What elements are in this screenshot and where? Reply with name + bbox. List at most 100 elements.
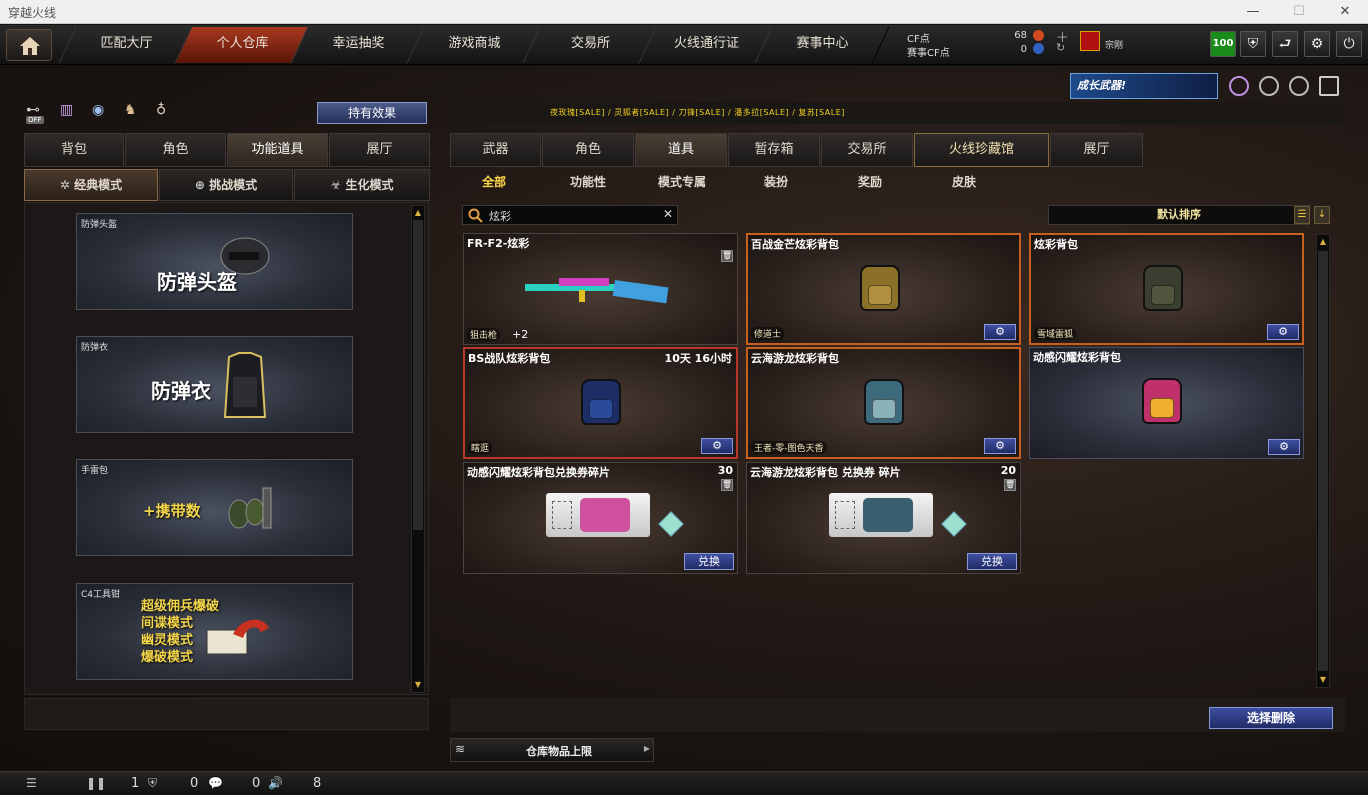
item-card[interactable]: 百战金芒炫彩背包 修道士 ⚙ — [746, 233, 1021, 345]
cf-value: 68 — [1014, 30, 1027, 41]
tab-characters[interactable]: 角色 — [542, 133, 634, 167]
nav-tab-warehouse[interactable]: 个人仓库 — [174, 27, 310, 63]
holding-effects-button[interactable]: 持有效果 — [317, 102, 427, 124]
stats-icon[interactable]: ▥ — [60, 102, 80, 122]
camera-icon[interactable]: ◉ — [92, 102, 112, 122]
backpack-icon — [864, 379, 904, 425]
select-delete-button[interactable]: 选择删除 — [1209, 707, 1333, 729]
left-tab-showroom[interactable]: 展厅 — [329, 133, 430, 167]
subtab-skins[interactable]: 皮肤 — [938, 170, 990, 194]
item-grenade-pack[interactable]: 手雷包 +携带数 — [76, 459, 353, 556]
exchange-button[interactable]: 兑换 — [684, 553, 734, 570]
subtab-functional[interactable]: 功能性 — [556, 170, 620, 194]
scroll-up-icon[interactable]: ▲ — [1318, 236, 1328, 248]
mode-classic[interactable]: ✲ 经典模式 — [24, 169, 158, 201]
tab-exchange[interactable]: 交易所 — [821, 133, 913, 167]
search-input[interactable]: 炫彩 ✕ — [462, 205, 678, 225]
power-icon[interactable]: ⏻ — [1336, 31, 1362, 57]
tab-showroom[interactable]: 展厅 — [1050, 133, 1143, 167]
shield-icon[interactable]: ⛨ — [1240, 31, 1266, 57]
scroll-thumb[interactable] — [413, 220, 423, 530]
item-card[interactable]: FR-F2-炫彩 🗑 狙击枪 +2 — [463, 233, 738, 345]
minimize-button[interactable]: — — [1230, 0, 1276, 24]
nav-tab-shop[interactable]: 游戏商城 — [406, 27, 542, 63]
window-titlebar: 穿越火线 — ☐ ✕ — [0, 0, 1368, 24]
binoculars-icon[interactable]: ❚❚ — [86, 776, 106, 790]
grenade-icon — [228, 487, 272, 529]
subtab-rewards[interactable]: 奖励 — [844, 170, 896, 194]
capacity-bar[interactable]: ≋ 仓库物品上限 ▶ — [450, 738, 654, 762]
close-button[interactable]: ✕ — [1322, 0, 1368, 24]
left-tab-functional[interactable]: 功能道具 — [227, 133, 328, 167]
settings-gear-icon[interactable]: ⚙ — [701, 438, 733, 454]
tab-weapons[interactable]: 武器 — [450, 133, 541, 167]
growth-weapon-banner[interactable]: 成长武器! — [1070, 73, 1218, 99]
fragment-count: 30 — [717, 464, 733, 477]
clear-search-icon[interactable]: ✕ — [663, 207, 673, 221]
item-c4-pliers[interactable]: C4工具钳 超级佣兵爆破 间谍模式 幽灵模式 爆破模式 — [76, 583, 353, 680]
settings-gear-icon[interactable]: ⚙ — [1267, 324, 1299, 340]
refresh-icon[interactable]: ↻ — [1056, 41, 1065, 54]
settings-gear-icon[interactable]: ⚙ — [1268, 439, 1300, 455]
mode-challenge[interactable]: ⊕ 挑战模式 — [159, 169, 293, 201]
menu-list-icon[interactable]: ☰ — [26, 776, 37, 790]
nav-tab-match-hall[interactable]: 匹配大厅 — [58, 27, 194, 63]
left-list-scrollbar[interactable]: ▲ ▼ — [411, 205, 425, 693]
nav-tab-exchange[interactable]: 交易所 — [522, 27, 658, 63]
trash-icon[interactable]: 🗑 — [721, 250, 733, 262]
settings-gear-icon[interactable]: ⚙ — [984, 324, 1016, 340]
trash-icon[interactable]: 🗑 — [721, 479, 733, 491]
event-icon-2[interactable] — [1259, 76, 1279, 96]
left-tab-character[interactable]: 角色 — [125, 133, 226, 167]
event-icon-3[interactable] — [1289, 76, 1309, 96]
sort-select[interactable]: 默认排序 — [1048, 205, 1310, 225]
item-card[interactable]: 动感闪耀炫彩背包兑换券碎片 30 🗑 兑换 — [463, 462, 738, 574]
item-helmet[interactable]: 防弹头盔 防弹头盔 — [76, 213, 353, 310]
volume-icon[interactable]: 🔊 — [268, 776, 283, 790]
sort-list-icon[interactable]: ☰ — [1294, 206, 1310, 224]
subtab-mode-exclusive[interactable]: 模式专属 — [646, 170, 718, 194]
tab-collection[interactable]: 火线珍藏馆 — [914, 133, 1049, 167]
top-navigation: 匹配大厅 个人仓库 幸运抽奖 游戏商城 交易所 火线通行证 赛事中心 — [0, 25, 1368, 65]
subtab-all[interactable]: 全部 — [468, 170, 520, 194]
item-card[interactable]: 云海游龙炫彩背包 兑换券 碎片 20 🗑 兑换 — [746, 462, 1021, 574]
item-vest[interactable]: 防弹衣 防弹衣 — [76, 336, 353, 433]
nav-tab-lucky-draw[interactable]: 幸运抽奖 — [290, 27, 426, 63]
mode-zombie[interactable]: ☣ 生化模式 — [294, 169, 430, 201]
status-value-2: 0 — [190, 776, 199, 791]
trash-icon[interactable]: 🗑 — [1004, 479, 1016, 491]
bag-icon[interactable]: ♁ — [156, 102, 176, 122]
item-card[interactable]: 炫彩背包 雪域雷狐 ⚙ — [1029, 233, 1304, 345]
tab-storage[interactable]: 暂存箱 — [728, 133, 820, 167]
nav-tab-events[interactable]: 赛事中心 — [754, 27, 890, 63]
left-tab-backpack[interactable]: 背包 — [24, 133, 124, 167]
scroll-down-icon[interactable]: ▼ — [1318, 674, 1328, 686]
item-card[interactable]: 动感闪耀炫彩背包 ⚙ — [1029, 347, 1304, 459]
sort-direction-icon[interactable]: ↓ — [1314, 206, 1330, 224]
rank-badge-icon — [1080, 31, 1100, 51]
helmet-icon — [220, 237, 270, 275]
scroll-down-icon[interactable]: ▼ — [413, 679, 423, 691]
chat-icon[interactable]: 💬 — [208, 776, 223, 790]
item-card[interactable]: BS战队炫彩背包 10天 16小时 瞎逛 ⚙ — [463, 347, 738, 459]
maximize-button[interactable]: ☐ — [1276, 0, 1322, 24]
character-icon[interactable]: ♞ — [124, 102, 144, 122]
capacity-label: 仓库物品上限 — [526, 745, 592, 758]
status-value-4: 8 — [313, 776, 322, 791]
toggle-icon[interactable]: ⊷ OFF — [26, 102, 46, 124]
tab-items[interactable]: 道具 — [635, 133, 727, 167]
scroll-up-icon[interactable]: ▲ — [413, 207, 423, 219]
event-icon-1[interactable] — [1229, 76, 1249, 96]
settings-gear-icon[interactable]: ⚙ — [984, 438, 1016, 454]
settings-gear-icon[interactable]: ⚙ — [1304, 31, 1330, 57]
exchange-button[interactable]: 兑换 — [967, 553, 1017, 570]
scroll-thumb[interactable] — [1318, 251, 1328, 671]
grid-scrollbar[interactable]: ▲ ▼ — [1316, 234, 1330, 688]
event-icon-4[interactable] — [1319, 76, 1339, 96]
item-card[interactable]: 云海游龙炫彩背包 王者-零-图色天香 ⚙ — [746, 347, 1021, 459]
nav-tab-battle-pass[interactable]: 火线通行证 — [638, 27, 774, 63]
shield-status-icon: ⛨ — [148, 776, 158, 790]
subtab-cosmetic[interactable]: 装扮 — [750, 170, 802, 194]
switch-icon[interactable]: ⮐ — [1272, 31, 1298, 57]
home-button[interactable] — [6, 29, 52, 61]
